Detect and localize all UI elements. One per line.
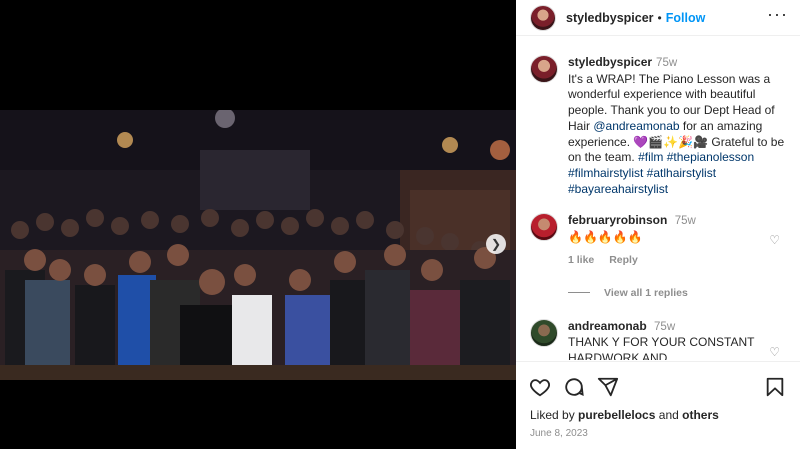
bookmark-icon[interactable] [764, 376, 788, 400]
comment-icon[interactable] [563, 376, 587, 400]
caption-username[interactable]: styledbyspicer [568, 55, 652, 69]
separator-dot: • [657, 10, 662, 25]
comment-like-heart-icon[interactable]: ♡ [769, 233, 780, 247]
commenter-avatar[interactable] [530, 213, 558, 242]
view-replies-button[interactable]: View all 1 replies [568, 287, 800, 299]
group-photo-image [0, 110, 516, 380]
liked-by-text: Liked by purebellelocs and others [516, 404, 800, 422]
comments-scroll-area[interactable]: styledbyspicer 75w It's a WRAP! The Piano… [516, 45, 800, 360]
post-footer: Liked by purebellelocs and others June 8… [516, 361, 800, 449]
comment-text: THANK Y FOR YOUR CONSTANT HARDWORK AND S… [568, 335, 755, 360]
comment-body: februaryrobinson 75w 🔥🔥🔥🔥🔥 1 like Reply [568, 213, 768, 269]
comment-meta: 1 like Reply [568, 253, 768, 269]
post-date[interactable]: June 8, 2023 [516, 422, 800, 439]
post-sidebar: styledbyspicer • Follow ··· styledbyspic… [516, 0, 800, 449]
follow-button[interactable]: Follow [666, 11, 706, 25]
comment-body: andreamonab 75w THANK Y FOR YOUR CONSTAN… [568, 319, 768, 360]
commenter-username[interactable]: andreamonab [568, 319, 647, 333]
replies-divider [568, 292, 590, 294]
post-media: ❯ [0, 0, 516, 449]
liked-by-others[interactable]: others [682, 408, 719, 422]
liked-by-prefix: Liked by [530, 408, 575, 422]
liked-by-user[interactable]: purebellelocs [578, 408, 655, 422]
group-photo[interactable] [0, 110, 516, 380]
caption-body: styledbyspicer 75w It's a WRAP! The Piano… [568, 55, 788, 197]
comment-like-heart-icon[interactable]: ♡ [769, 345, 780, 359]
comment-likes[interactable]: 1 like [568, 254, 594, 266]
comment-item: andreamonab 75w THANK Y FOR YOUR CONSTAN… [516, 318, 800, 360]
post-caption: styledbyspicer 75w It's a WRAP! The Piano… [516, 45, 800, 197]
more-options-icon[interactable]: ··· [767, 5, 788, 27]
caption-author-avatar[interactable] [530, 55, 558, 83]
comment-time[interactable]: 75w [675, 215, 696, 227]
post-actions [516, 362, 800, 404]
liked-by-and: and [658, 408, 679, 422]
caption-time[interactable]: 75w [656, 57, 677, 69]
next-image-button[interactable]: ❯ [486, 234, 506, 254]
caption-mention[interactable]: @andreamonab [593, 119, 679, 133]
post-header: styledbyspicer • Follow ··· [516, 0, 800, 36]
reply-button[interactable]: Reply [609, 254, 638, 266]
chevron-right-icon: ❯ [490, 237, 502, 251]
share-icon[interactable] [597, 376, 621, 400]
commenter-username[interactable]: februaryrobinson [568, 213, 667, 227]
heart-icon[interactable] [529, 376, 553, 400]
comment-time[interactable]: 75w [654, 321, 675, 333]
author-avatar[interactable] [530, 4, 556, 31]
comment-text: 🔥🔥🔥🔥🔥 [568, 229, 643, 244]
comment-item: februaryrobinson 75w 🔥🔥🔥🔥🔥 1 like Reply … [516, 213, 800, 269]
view-replies-label: View all 1 replies [604, 286, 688, 299]
commenter-avatar[interactable] [530, 318, 558, 347]
author-username[interactable]: styledbyspicer [566, 11, 654, 25]
